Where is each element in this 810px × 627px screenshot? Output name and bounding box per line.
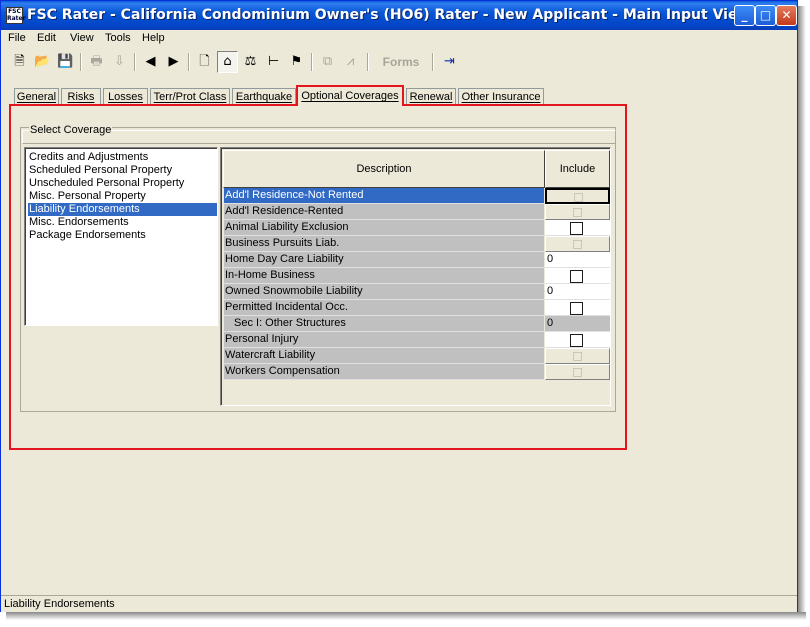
include-checkbox[interactable] — [570, 222, 583, 235]
include-column-header[interactable]: Include — [545, 150, 610, 188]
menu-bar: File Edit View Tools Help — [1, 30, 797, 47]
table-row[interactable]: Add'l Residence-Not Rented — [224, 188, 610, 204]
menu-view[interactable]: View — [69, 30, 95, 47]
toolbar-separator — [432, 53, 434, 71]
include-value-field[interactable]: 0 — [545, 252, 610, 268]
row-description[interactable]: Owned Snowmobile Liability — [224, 284, 544, 300]
row-description[interactable]: In-Home Business — [224, 268, 544, 284]
export-icon[interactable]: ⇩ — [109, 51, 130, 73]
table-row[interactable]: Workers Compensation — [224, 364, 610, 380]
menu-edit[interactable]: Edit — [36, 30, 57, 47]
list-item-selected[interactable]: Liability Endorsements — [28, 203, 217, 216]
toolbar-separator — [188, 53, 190, 71]
toolbar-separator — [80, 53, 82, 71]
table-row[interactable]: Animal Liability Exclusion — [224, 220, 610, 236]
minimize-button[interactable]: _ — [734, 5, 755, 26]
list-item[interactable]: Package Endorsements — [28, 229, 217, 242]
new-icon[interactable]: 🗎 — [9, 51, 30, 73]
menu-file[interactable]: File — [7, 30, 27, 47]
table-row[interactable]: Business Pursuits Liab. — [224, 236, 610, 252]
disabled-checkbox-icon — [573, 352, 582, 361]
pin-flag-icon[interactable]: ⚑ — [286, 51, 307, 73]
table-row[interactable]: Personal Injury — [224, 332, 610, 348]
menu-tools[interactable]: Tools — [104, 30, 132, 47]
maximize-button[interactable]: □ — [755, 5, 776, 26]
include-disabled-button — [545, 236, 610, 252]
window-title: FSC Rater - California Condominium Owner… — [27, 7, 751, 23]
print-icon[interactable]: 🖶 — [86, 51, 107, 73]
include-disabled-button — [545, 204, 610, 220]
window-shadow-right — [798, 6, 806, 618]
row-description[interactable]: Workers Compensation — [224, 364, 544, 380]
table-row[interactable]: In-Home Business — [224, 268, 610, 284]
row-description[interactable]: Home Day Care Liability — [224, 252, 544, 268]
include-checkbox[interactable] — [570, 270, 583, 283]
tab-optional-coverages[interactable]: Optional Coverages — [296, 85, 404, 106]
list-item[interactable]: Credits and Adjustments — [28, 151, 217, 164]
list-item[interactable]: Scheduled Personal Property — [28, 164, 217, 177]
include-cell — [545, 268, 610, 284]
back-arrow-icon[interactable]: ◀ — [140, 51, 161, 73]
menu-help[interactable]: Help — [141, 30, 166, 47]
include-cell — [545, 332, 610, 348]
include-cell — [545, 220, 610, 236]
row-description[interactable]: Sec I: Other Structures — [224, 316, 544, 332]
row-description[interactable]: Watercraft Liability — [224, 348, 544, 364]
balance-scale-icon[interactable]: ⚖ — [240, 51, 261, 73]
row-description[interactable]: Permitted Incidental Occ. — [224, 300, 544, 316]
toolbar-separator — [134, 53, 136, 71]
toolbar-separator — [311, 53, 313, 71]
table-row[interactable]: Add'l Residence-Rented — [224, 204, 610, 220]
home-icon[interactable]: ⌂ — [217, 51, 238, 73]
forms-button[interactable]: Forms — [375, 51, 427, 73]
coverage-listbox[interactable]: Credits and Adjustments Scheduled Person… — [24, 147, 218, 326]
row-description[interactable]: Personal Injury — [224, 332, 544, 348]
table-row[interactable]: Home Day Care Liability 0 — [224, 252, 610, 268]
include-checkbox[interactable] — [570, 302, 583, 315]
status-bar: Liability Endorsements — [1, 595, 797, 612]
include-disabled-button — [545, 188, 610, 204]
include-disabled-button — [545, 348, 610, 364]
list-item[interactable]: Misc. Personal Property — [28, 190, 217, 203]
toolbar-separator — [367, 53, 369, 71]
description-column-header[interactable]: Description — [223, 150, 545, 188]
key-icon[interactable]: ⊢ — [263, 51, 284, 73]
include-checkbox[interactable] — [570, 334, 583, 347]
forward-arrow-icon[interactable]: ▶ — [163, 51, 184, 73]
table-row-sub[interactable]: Sec I: Other Structures 0 — [224, 316, 610, 332]
row-description[interactable]: Animal Liability Exclusion — [224, 220, 544, 236]
coverage-grid: Description Include Add'l Residence-Not … — [220, 147, 611, 406]
include-value-field[interactable]: 0 — [545, 284, 610, 300]
list-item[interactable]: Misc. Endorsements — [28, 216, 217, 229]
disabled-checkbox-icon — [573, 368, 582, 377]
close-button[interactable]: ✕ — [776, 5, 797, 26]
row-description[interactable]: Business Pursuits Liab. — [224, 236, 544, 252]
open-folder-icon[interactable]: 📂 — [32, 51, 53, 73]
title-bar[interactable]: FSC Rater FSC Rater - California Condomin… — [1, 1, 797, 30]
select-coverage-label: Select Coverage — [29, 124, 113, 136]
optional-coverages-panel: Select Coverage Credits and Adjustments … — [9, 104, 627, 450]
disabled-checkbox-icon — [574, 193, 583, 202]
quote-document-icon[interactable]: 🗋 — [194, 51, 215, 73]
include-disabled-button — [545, 364, 610, 380]
table-row[interactable]: Watercraft Liability — [224, 348, 610, 364]
disabled-checkbox-icon — [573, 240, 582, 249]
app-icon: FSC Rater — [6, 7, 26, 24]
table-row[interactable]: Owned Snowmobile Liability 0 — [224, 284, 610, 300]
include-value-field[interactable]: 0 — [545, 316, 610, 332]
save-icon[interactable]: 💾 — [55, 51, 76, 73]
toolbar: 🗎 📂 💾 🖶 ⇩ ◀ ▶ 🗋 ⌂ ⚖ ⊢ ⚑ ⧉ ⩘ Forms ⇥ — [1, 49, 797, 77]
disabled-checkbox-icon — [573, 208, 582, 217]
include-cell — [545, 300, 610, 316]
main-window: FSC Rater FSC Rater - California Condomin… — [0, 0, 798, 612]
table-row[interactable]: Permitted Incidental Occ. — [224, 300, 610, 316]
row-description[interactable]: Add'l Residence-Rented — [224, 204, 544, 220]
scale-disabled-icon[interactable]: ⩘ — [340, 51, 361, 73]
list-item[interactable]: Unscheduled Personal Property — [28, 177, 217, 190]
exit-door-icon[interactable]: ⇥ — [439, 51, 460, 73]
window-shadow-bottom — [6, 612, 806, 620]
row-description[interactable]: Add'l Residence-Not Rented — [224, 188, 544, 204]
copy-disabled-icon[interactable]: ⧉ — [317, 51, 338, 73]
